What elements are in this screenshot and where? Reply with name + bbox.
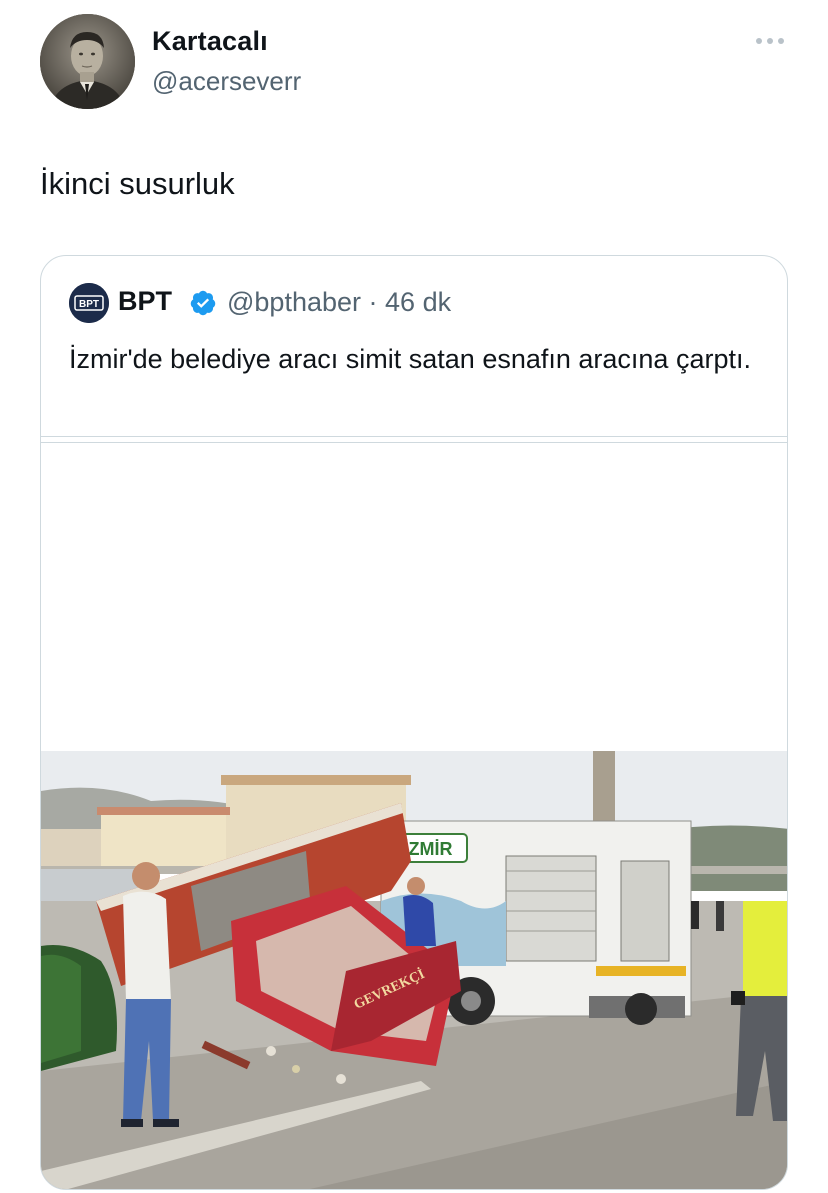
tweet: Kartacalı @acerseverr İkinci susurluk BP… [0, 0, 828, 1193]
author-avatar[interactable] [40, 14, 135, 109]
quoted-author-handle[interactable]: @bpthaber [227, 287, 361, 317]
quoted-author-display-name[interactable]: BPT [118, 286, 172, 317]
author-handle[interactable]: @acerseverr [152, 66, 301, 97]
accident-photo[interactable]: İZMİR GEVREKÇİ [41, 751, 788, 1190]
quoted-tweet-card[interactable]: BPT BPT @bpthaber · 46 dk İzmir'de beled… [40, 255, 788, 1190]
quoted-author-avatar[interactable]: BPT [69, 283, 109, 323]
author-display-name[interactable]: Kartacalı [152, 26, 268, 57]
more-horizontal-icon [756, 38, 784, 44]
quoted-timestamp[interactable]: 46 dk [385, 287, 451, 317]
bpt-logo-icon: BPT [69, 283, 109, 323]
quoted-media[interactable]: İZMİR GEVREKÇİ [41, 443, 788, 1190]
quoted-divider [41, 436, 787, 443]
verified-badge-icon [190, 290, 216, 316]
avatar-portrait [40, 14, 135, 109]
more-options-button[interactable] [748, 24, 792, 58]
quoted-tweet-text: İzmir'de belediye aracı simit satan esna… [69, 344, 751, 374]
tweet-text: İkinci susurluk [40, 166, 235, 201]
truck-sign-text: İZMİR [404, 839, 453, 859]
meta-separator: · [368, 287, 378, 317]
quoted-author-meta: @bpthaber · 46 dk [227, 287, 451, 318]
svg-text:BPT: BPT [79, 299, 99, 310]
